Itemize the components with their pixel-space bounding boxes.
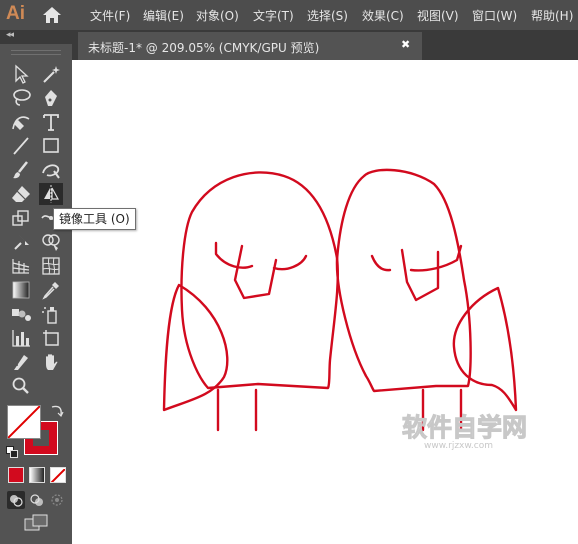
left-bird-legs — [216, 388, 258, 432]
zoom-tool-icon[interactable] — [9, 375, 33, 397]
draw-behind-icon[interactable] — [28, 491, 46, 509]
artboard-canvas[interactable]: 软件自学网 www.rjzxw.com — [72, 60, 578, 544]
screen-mode-icon[interactable] — [24, 514, 50, 532]
eyedropper-tool-icon[interactable] — [39, 279, 63, 301]
close-tab-icon[interactable]: ✖ — [401, 38, 410, 51]
puppet-warp-tool-icon[interactable] — [9, 231, 33, 253]
magic-wand-tool-icon[interactable] — [39, 63, 63, 85]
menu-effect[interactable]: 效果(C) — [362, 7, 404, 24]
menu-edit[interactable]: 编辑(E) — [143, 7, 184, 24]
shape-builder-tool-icon[interactable] — [39, 231, 63, 253]
bird-artwork — [162, 168, 518, 432]
right-bird-body — [335, 168, 472, 393]
curvature-tool-icon[interactable] — [9, 111, 33, 133]
swap-fill-stroke-icon[interactable] — [49, 403, 65, 419]
gradient-mode-button[interactable] — [29, 467, 45, 483]
menu-view[interactable]: 视图(V) — [417, 7, 459, 24]
home-icon[interactable] — [40, 4, 64, 26]
rectangle-tool-icon[interactable] — [39, 135, 63, 157]
left-bird-brows — [214, 241, 308, 271]
slice-tool-icon[interactable] — [9, 351, 33, 373]
perspective-grid-tool-icon[interactable] — [9, 255, 33, 277]
fill-swatch[interactable] — [7, 405, 41, 439]
gradient-tool-icon[interactable] — [9, 279, 33, 301]
watermark-title: 软件自学网 — [402, 413, 527, 442]
reflect-tool-icon[interactable] — [39, 183, 63, 205]
right-bird-brows — [370, 244, 463, 272]
default-colors-icon[interactable] — [6, 443, 18, 458]
watermark: 软件自学网 www.rjzxw.com — [402, 406, 552, 452]
paintbrush-tool-icon[interactable] — [9, 159, 33, 181]
type-tool-icon[interactable] — [39, 111, 63, 133]
tools-panel — [0, 44, 72, 544]
eraser-tool-icon[interactable] — [9, 183, 33, 205]
hand-tool-icon[interactable] — [39, 351, 63, 373]
menu-file[interactable]: 文件(F) — [90, 7, 130, 24]
lasso-tool-icon[interactable] — [9, 87, 33, 109]
menu-select[interactable]: 选择(S) — [307, 7, 348, 24]
draw-normal-icon[interactable] — [7, 491, 25, 509]
toolbar-header: ◂◂ — [0, 30, 72, 44]
symbol-sprayer-tool-icon[interactable] — [39, 303, 63, 325]
reflect-tool-tooltip: 镜像工具 (O) — [53, 208, 136, 230]
blend-tool-icon[interactable] — [9, 303, 33, 325]
menu-type[interactable]: 文字(T) — [253, 7, 294, 24]
watermark-url: www.rjzxw.com — [424, 441, 493, 451]
document-tab-bar: 未标题-1* @ 209.05% (CMYK/GPU 预览) ✖ — [72, 30, 578, 60]
menu-window[interactable]: 窗口(W) — [472, 7, 517, 24]
toolbar-grip[interactable] — [11, 50, 61, 55]
left-bird-body — [180, 171, 340, 390]
column-graph-tool-icon[interactable] — [9, 327, 33, 349]
selection-tool-icon[interactable] — [9, 63, 33, 85]
left-bird-beak — [233, 244, 278, 300]
scale-tool-icon[interactable] — [9, 207, 33, 229]
collapse-toolbar-button[interactable]: ◂◂ — [6, 30, 14, 40]
right-bird-wing — [452, 286, 518, 412]
shaper-tool-icon[interactable] — [39, 159, 63, 181]
document-tab[interactable]: 未标题-1* @ 209.05% (CMYK/GPU 预览) ✖ — [78, 32, 422, 60]
right-bird-beak — [400, 248, 440, 302]
mesh-tool-icon[interactable] — [39, 255, 63, 277]
color-mode-button[interactable] — [8, 467, 24, 483]
menu-object[interactable]: 对象(O) — [196, 7, 239, 24]
artboard-tool-icon[interactable] — [39, 327, 63, 349]
menu-help[interactable]: 帮助(H) — [531, 7, 573, 24]
app-logo: Ai — [6, 3, 25, 24]
menu-bar: Ai 文件(F) 编辑(E) 对象(O) 文字(T) 选择(S) 效果(C) 视… — [0, 0, 578, 30]
draw-inside-icon[interactable] — [48, 491, 66, 509]
none-mode-button[interactable] — [50, 467, 66, 483]
pen-tool-icon[interactable] — [39, 87, 63, 109]
document-tab-title: 未标题-1* @ 209.05% (CMYK/GPU 预览) — [88, 41, 320, 55]
line-segment-tool-icon[interactable] — [9, 135, 33, 157]
